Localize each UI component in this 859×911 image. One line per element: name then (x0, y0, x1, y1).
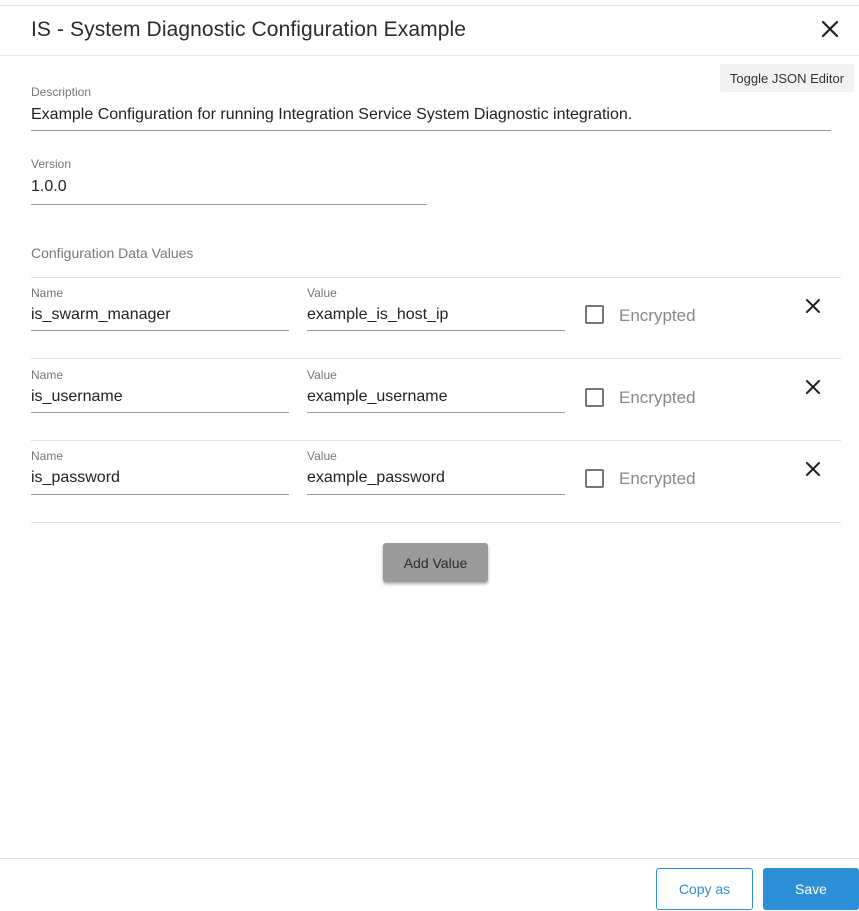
row-name-underline (31, 494, 289, 495)
row-name-label: Name (31, 449, 64, 463)
row-name-underline (31, 330, 289, 331)
top-border (0, 5, 859, 6)
encrypted-checkbox[interactable] (585, 305, 604, 324)
row-divider (31, 522, 841, 523)
row-name-label: Name (31, 286, 64, 300)
config-divider (31, 277, 841, 278)
row-value-input[interactable]: example_username (307, 388, 448, 406)
config-values-label: Configuration Data Values (31, 245, 194, 261)
toggle-json-editor-button[interactable]: Toggle JSON Editor (720, 64, 854, 92)
row-divider (31, 440, 841, 441)
row-name-underline (31, 412, 289, 413)
encrypted-checkbox[interactable] (585, 469, 604, 488)
row-name-input[interactable]: is_password (31, 469, 120, 487)
version-underline (31, 204, 427, 205)
description-underline (31, 130, 831, 131)
row-value-underline (307, 330, 565, 331)
dialog-title: IS - System Diagnostic Configuration Exa… (31, 18, 467, 41)
header-divider (0, 55, 859, 56)
delete-row-icon[interactable] (803, 377, 823, 397)
config-dialog: IS - System Diagnostic Configuration Exa… (0, 0, 859, 911)
add-value-button[interactable]: Add Value (383, 543, 488, 582)
footer-divider (0, 858, 859, 859)
row-name-input[interactable]: is_username (31, 388, 123, 406)
row-value-input[interactable]: example_password (307, 469, 445, 487)
row-value-underline (307, 494, 565, 495)
encrypted-label: Encrypted (619, 388, 696, 407)
delete-row-icon[interactable] (803, 296, 823, 316)
row-value-label: Value (307, 286, 337, 300)
row-value-underline (307, 412, 565, 413)
copy-as-button[interactable]: Copy as (656, 868, 753, 910)
encrypted-label: Encrypted (619, 306, 696, 325)
row-divider (31, 358, 841, 359)
row-value-label: Value (307, 368, 337, 382)
delete-row-icon[interactable] (803, 459, 823, 479)
encrypted-label: Encrypted (619, 469, 696, 488)
row-name-input[interactable]: is_swarm_manager (31, 306, 171, 324)
version-field[interactable]: 1.0.0 (31, 178, 67, 196)
description-label: Description (31, 85, 92, 99)
version-label: Version (31, 157, 72, 171)
row-name-label: Name (31, 368, 64, 382)
description-field[interactable]: Example Configuration for running Integr… (31, 106, 632, 124)
save-button[interactable]: Save (763, 868, 859, 910)
close-icon[interactable] (818, 17, 842, 41)
encrypted-checkbox[interactable] (585, 388, 604, 407)
row-value-input[interactable]: example_is_host_ip (307, 306, 448, 324)
row-value-label: Value (307, 449, 337, 463)
